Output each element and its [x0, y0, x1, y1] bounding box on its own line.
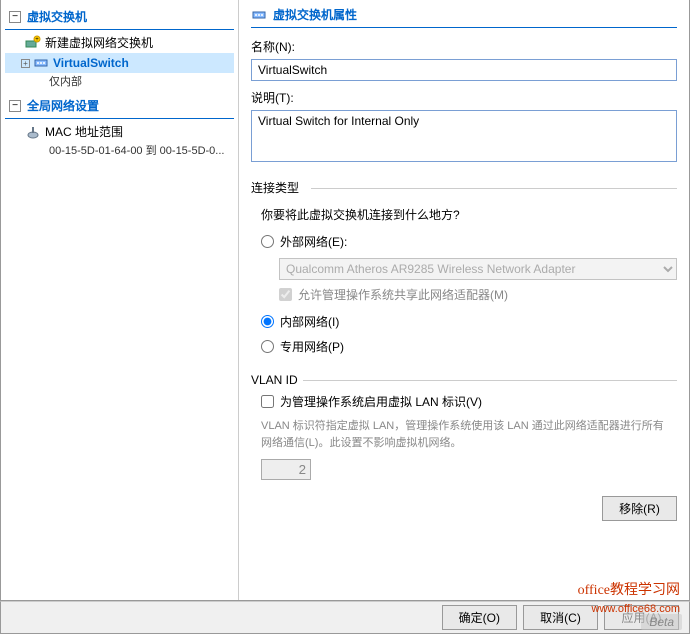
switch-icon [251, 7, 267, 23]
switch-icon [33, 55, 49, 71]
allow-mgmt-checkbox [279, 288, 292, 301]
section-title: 虚拟交换机 [27, 8, 87, 25]
new-switch-icon: + [25, 35, 41, 51]
remove-button[interactable]: 移除(R) [602, 496, 677, 521]
vlan-enable-checkbox[interactable] [261, 395, 274, 408]
vlan-id-input [261, 459, 311, 480]
dialog-footer: 确定(O) 取消(C) 应用(A) [0, 601, 690, 634]
radio-private-input[interactable] [261, 340, 274, 353]
ok-button[interactable]: 确定(O) [442, 605, 517, 630]
adapter-dropdown: Qualcomm Atheros AR9285 Wireless Network… [279, 258, 677, 280]
radio-external-input[interactable] [261, 235, 274, 248]
header-title: 虚拟交换机属性 [273, 6, 357, 23]
radio-internal-input[interactable] [261, 315, 274, 328]
radio-external[interactable]: 外部网络(E): [251, 229, 677, 254]
conn-type-title: 连接类型 [251, 179, 677, 196]
collapse-icon[interactable]: − [9, 100, 21, 112]
adapter-select: Qualcomm Atheros AR9285 Wireless Network… [279, 258, 677, 280]
section-virtual-switches[interactable]: − 虚拟交换机 [5, 6, 234, 30]
switch-type-label: 仅内部 [5, 73, 234, 89]
section-title: 全局网络设置 [27, 97, 99, 114]
tree-item-new-switch[interactable]: + 新建虚拟网络交换机 [5, 32, 234, 53]
allow-mgmt-checkbox-row: 允许管理操作系统共享此网络适配器(M) [279, 286, 677, 303]
name-label: 名称(N): [251, 38, 677, 55]
radio-private[interactable]: 专用网络(P) [251, 334, 677, 359]
switch-name-label: VirtualSwitch [53, 56, 129, 70]
conn-question: 你要将此虚拟交换机连接到什么地方? [251, 202, 677, 229]
section-global-network[interactable]: − 全局网络设置 [5, 95, 234, 119]
name-input[interactable] [251, 59, 677, 81]
vlan-title: VLAN ID [251, 373, 677, 387]
tree-item-virtual-switch[interactable]: + VirtualSwitch [5, 53, 234, 73]
right-properties-panel: 虚拟交换机属性 名称(N): 说明(T): 连接类型 你要将此虚拟交换机连接到什… [239, 0, 689, 600]
apply-button[interactable]: 应用(A) [604, 605, 679, 630]
left-tree-panel: − 虚拟交换机 + 新建虚拟网络交换机 + VirtualSwitch 仅内部 … [1, 0, 239, 600]
tree-item-mac-range[interactable]: MAC 地址范围 [5, 121, 234, 142]
properties-header: 虚拟交换机属性 [251, 6, 677, 28]
radio-internal[interactable]: 内部网络(I) [251, 309, 677, 334]
new-switch-label: 新建虚拟网络交换机 [45, 34, 153, 51]
vlan-enable-row[interactable]: 为管理操作系统启用虚拟 LAN 标识(V) [261, 393, 677, 410]
mac-range-label: MAC 地址范围 [45, 123, 123, 140]
mac-icon [25, 124, 41, 140]
expand-icon[interactable]: + [21, 59, 30, 68]
vlan-description: VLAN 标识符指定虚拟 LAN，管理操作系统使用该 LAN 通过此网络适配器进… [261, 418, 667, 451]
svg-text:+: + [35, 37, 39, 43]
desc-label: 说明(T): [251, 89, 677, 106]
desc-input[interactable] [251, 110, 677, 162]
collapse-icon[interactable]: − [9, 11, 21, 23]
cancel-button[interactable]: 取消(C) [523, 605, 598, 630]
mac-range-value: 00-15-5D-01-64-00 到 00-15-5D-0... [5, 142, 234, 158]
